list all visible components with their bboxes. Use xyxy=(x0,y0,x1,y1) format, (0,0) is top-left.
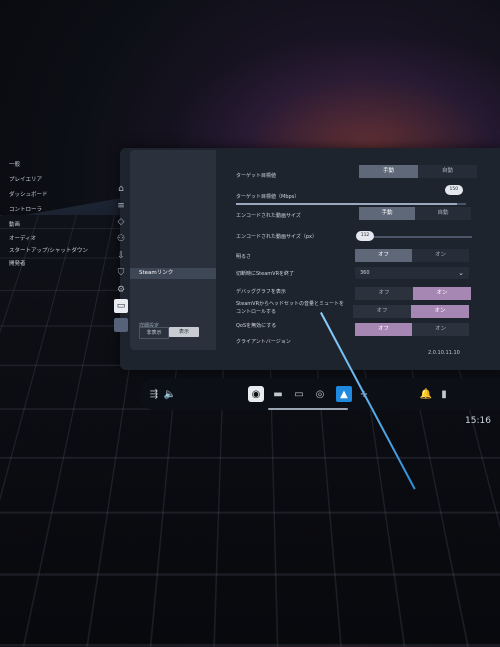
advanced-show-button[interactable]: 表示 xyxy=(169,327,199,337)
menu-item-controllers[interactable]: コントローラ xyxy=(9,205,42,213)
headset-audio-on[interactable]: オン xyxy=(411,305,469,318)
exit-on-disconnect-value: 360 xyxy=(360,270,370,276)
encode-size-slider-value[interactable]: 112 xyxy=(356,231,374,241)
settings-menu xyxy=(130,150,216,350)
menu-item-dashboard[interactable]: ダッシュボード xyxy=(9,190,48,198)
download-icon[interactable]: ⇩ xyxy=(114,249,128,263)
volume-icon[interactable]: 🔈 xyxy=(162,386,178,402)
menu-item-audio[interactable]: オーディオ xyxy=(9,234,36,242)
brightness-on[interactable]: オン xyxy=(412,249,469,262)
exit-on-disconnect-label: 切断時にSteamVRを終了 xyxy=(236,271,295,277)
target-bitrate-slider-value[interactable]: 150 xyxy=(444,185,463,195)
brightness-label: 明るさ xyxy=(236,254,252,260)
exit-on-disconnect-dropdown[interactable]: 360 ⌄ xyxy=(355,267,469,279)
debug-graph-off[interactable]: オフ xyxy=(355,287,413,300)
battery-icon: ▮ xyxy=(441,388,447,400)
menu-item-steam-link[interactable]: Steamリンク xyxy=(130,268,216,279)
debug-graph-toggle[interactable]: オフ オン xyxy=(355,287,471,300)
qos-off[interactable]: オフ xyxy=(355,323,412,336)
qos-toggle[interactable]: オフ オン xyxy=(355,323,469,336)
tag-icon[interactable]: ◇ xyxy=(114,216,128,230)
library-icon[interactable]: ⇶ xyxy=(146,386,162,402)
steamvr-icon[interactable]: ▲ xyxy=(336,386,352,402)
gear-icon[interactable]: ⚙ xyxy=(114,283,128,297)
monitor-icon[interactable]: ▭ xyxy=(291,386,307,402)
clock: 15:16 xyxy=(465,416,491,426)
headset-audio-off[interactable]: オフ xyxy=(353,305,411,318)
menu-item-startup[interactable]: スタートアップ/シャットダウン xyxy=(9,246,88,254)
target-bitrate-manual[interactable]: 手動 xyxy=(359,165,418,178)
people-icon[interactable]: ⚇ xyxy=(114,232,128,246)
menu-item-general[interactable]: 一般 xyxy=(9,160,20,168)
browser-icon[interactable]: ◎ xyxy=(312,386,328,402)
menu-item-play-area[interactable]: プレイエリア xyxy=(9,175,42,183)
encode-size-value-label: エンコードされた動画サイズ（px） xyxy=(236,234,317,240)
chevron-down-icon: ⌄ xyxy=(458,269,464,277)
menu-item-developer[interactable]: 開発者 xyxy=(9,259,26,267)
steam-icon[interactable]: ◉ xyxy=(248,386,264,402)
target-bitrate-value-label: ターゲット目標値（Mbps） xyxy=(236,194,300,200)
headset-audio-toggle[interactable]: オフ オン xyxy=(353,305,469,318)
debug-graph-on[interactable]: オン xyxy=(413,287,471,300)
brightness-toggle[interactable]: オフ オン xyxy=(355,249,469,262)
target-bitrate-auto[interactable]: 自動 xyxy=(418,165,477,178)
client-version-label: クライアントバージョン xyxy=(236,339,291,345)
target-bitrate-label: ターゲット目標値 xyxy=(236,173,277,179)
client-version-value: 2.0.10.11.10 xyxy=(428,350,460,356)
shield-icon[interactable]: ⛉ xyxy=(114,266,128,280)
home-icon[interactable]: ⌂ xyxy=(114,182,128,196)
stack-icon[interactable]: ≡ xyxy=(114,199,128,213)
qos-label: QoSを無効にする xyxy=(236,323,277,329)
menu-item-video[interactable]: 動画 xyxy=(9,220,20,228)
side-rail: ⌂ ≡ ◇ ⚇ ⇩ ⛉ ⚙ ▭ xyxy=(110,178,132,333)
taskbar-scroll-indicator xyxy=(268,408,348,410)
avatar[interactable] xyxy=(114,318,128,333)
advanced-hide-button[interactable]: 非表示 xyxy=(139,327,169,339)
encode-size-toggle[interactable]: 手動 自動 xyxy=(359,207,471,220)
desktop-icon[interactable]: ▬ xyxy=(270,386,286,402)
encode-size-auto[interactable]: 自動 xyxy=(415,207,471,220)
encode-size-slider-track[interactable] xyxy=(372,236,472,238)
notification-icon[interactable]: 🔔 xyxy=(418,386,434,402)
encode-size-label: エンコードされた動画サイズ xyxy=(236,213,301,219)
target-bitrate-toggle[interactable]: 手動 自動 xyxy=(359,165,477,178)
encode-size-manual[interactable]: 手動 xyxy=(359,207,415,220)
target-bitrate-slider-fill xyxy=(236,203,457,205)
debug-graph-label: デバッググラフを表示 xyxy=(236,289,286,295)
qos-on[interactable]: オン xyxy=(412,323,469,336)
vr-headset-icon[interactable]: ▭ xyxy=(114,299,128,314)
brightness-off[interactable]: オフ xyxy=(355,249,412,262)
headset-audio-label: SteamVRからヘッドセットの音量とミュートをコントロールする xyxy=(236,301,345,315)
